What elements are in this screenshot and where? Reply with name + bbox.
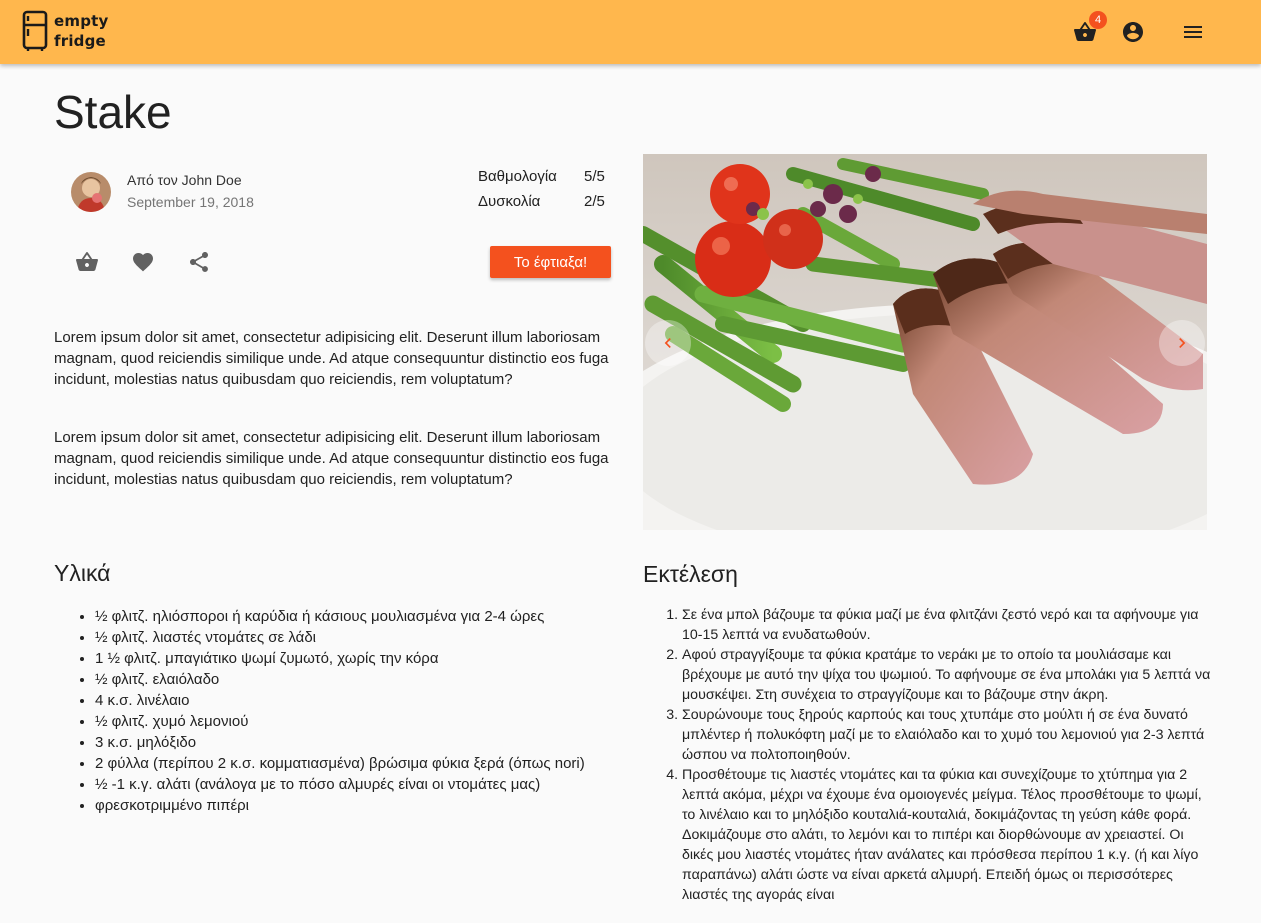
made-it-button[interactable]: Το έφτιαξα! (490, 246, 611, 278)
avatar-image (71, 172, 111, 212)
ingredient-item: 3 κ.σ. μηλόξιδο (95, 732, 619, 753)
rating-label: Βαθμολογία (478, 168, 557, 185)
ingredient-item: ½ -1 κ.γ. αλάτι (ανάλογα με το πόσο αλμυ… (95, 774, 619, 795)
logo-text: empty fridge (54, 11, 109, 51)
difficulty-value: 2/5 (584, 193, 605, 210)
chevron-left-icon (664, 338, 671, 348)
heart-icon (133, 253, 153, 272)
recipe-stats: Βαθμολογία 5/5 Δυσκολία 2/5 (478, 166, 605, 216)
execution-step: Προσθέτουμε τις λιαστές ντομάτες και τα … (682, 765, 1213, 905)
chevron-right-icon (1179, 338, 1186, 348)
favorite-button[interactable] (131, 250, 155, 274)
author-name[interactable]: Από τον John Doe (127, 172, 242, 188)
rating-value: 5/5 (584, 168, 605, 185)
ingredients-heading: Υλικά (54, 560, 111, 586)
carousel-prev-button[interactable] (645, 320, 691, 366)
execution-step: Αφού στραγγίξουμε τα φύκια κρατάμε το νε… (682, 645, 1213, 705)
ingredient-item: 1 ½ φλιτζ. μπαγιάτικο ψωμί ζυμωτό, χωρίς… (95, 648, 619, 669)
publish-date: September 19, 2018 (127, 194, 254, 210)
image-carousel[interactable] (643, 154, 1207, 530)
recipe-photo (643, 154, 1207, 530)
cart-count-badge: 4 (1089, 11, 1107, 29)
add-to-basket-button[interactable] (75, 250, 99, 274)
ingredient-item: 4 κ.σ. λινέλαιο (95, 690, 619, 711)
fridge-icon (22, 10, 48, 51)
account-icon (1123, 22, 1143, 42)
menu-icon (1184, 26, 1202, 38)
account-button[interactable] (1121, 20, 1145, 44)
execution-steps-list: Σε ένα μπολ βάζουμε τα φύκια μαζί με ένα… (643, 605, 1213, 905)
recipe-title: Stake (54, 86, 172, 138)
logo-line-1: empty (54, 12, 109, 30)
ingredients-list: ½ φλιτζ. ηλιόσποροι ή καρύδια ή κάσιους … (54, 606, 619, 816)
execution-step: Σε ένα μπολ βάζουμε τα φύκια μαζί με ένα… (682, 605, 1213, 645)
logo[interactable]: empty fridge (22, 9, 109, 53)
ingredient-item: ½ φλιτζ. λιαστές ντομάτες σε λάδι (95, 627, 619, 648)
description-paragraph-1: Lorem ipsum dolor sit amet, consectetur … (54, 329, 609, 388)
execution-heading: Εκτέλεση (643, 561, 738, 587)
ingredient-item: 2 φύλλα (περίπου 2 κ.σ. κομματιασμένα) β… (95, 753, 619, 774)
basket-icon (76, 252, 98, 271)
share-button[interactable] (187, 250, 211, 274)
top-app-bar: empty fridge 4 (0, 0, 1261, 64)
ingredient-item: ½ φλιτζ. ελαιόλαδο (95, 669, 619, 690)
rating-row: Βαθμολογία 5/5 (478, 166, 605, 191)
share-icon (190, 252, 208, 272)
execution-step: Σουρώνουμε τους ξηρούς καρπούς και τους … (682, 705, 1213, 765)
difficulty-row: Δυσκολία 2/5 (478, 191, 605, 216)
avatar[interactable] (71, 172, 111, 212)
menu-button[interactable] (1181, 20, 1205, 44)
ingredient-item: ½ φλιτζ. ηλιόσποροι ή καρύδια ή κάσιους … (95, 606, 619, 627)
ingredient-item: ½ φλιτζ. χυμό λεμονιού (95, 711, 619, 732)
ingredient-item: φρεσκοτριμμένο πιπέρι (95, 795, 619, 816)
carousel-next-button[interactable] (1159, 320, 1205, 366)
logo-line-2: fridge (54, 32, 106, 50)
difficulty-label: Δυσκολία (478, 193, 541, 210)
description-paragraph-2: Lorem ipsum dolor sit amet, consectetur … (54, 429, 609, 488)
